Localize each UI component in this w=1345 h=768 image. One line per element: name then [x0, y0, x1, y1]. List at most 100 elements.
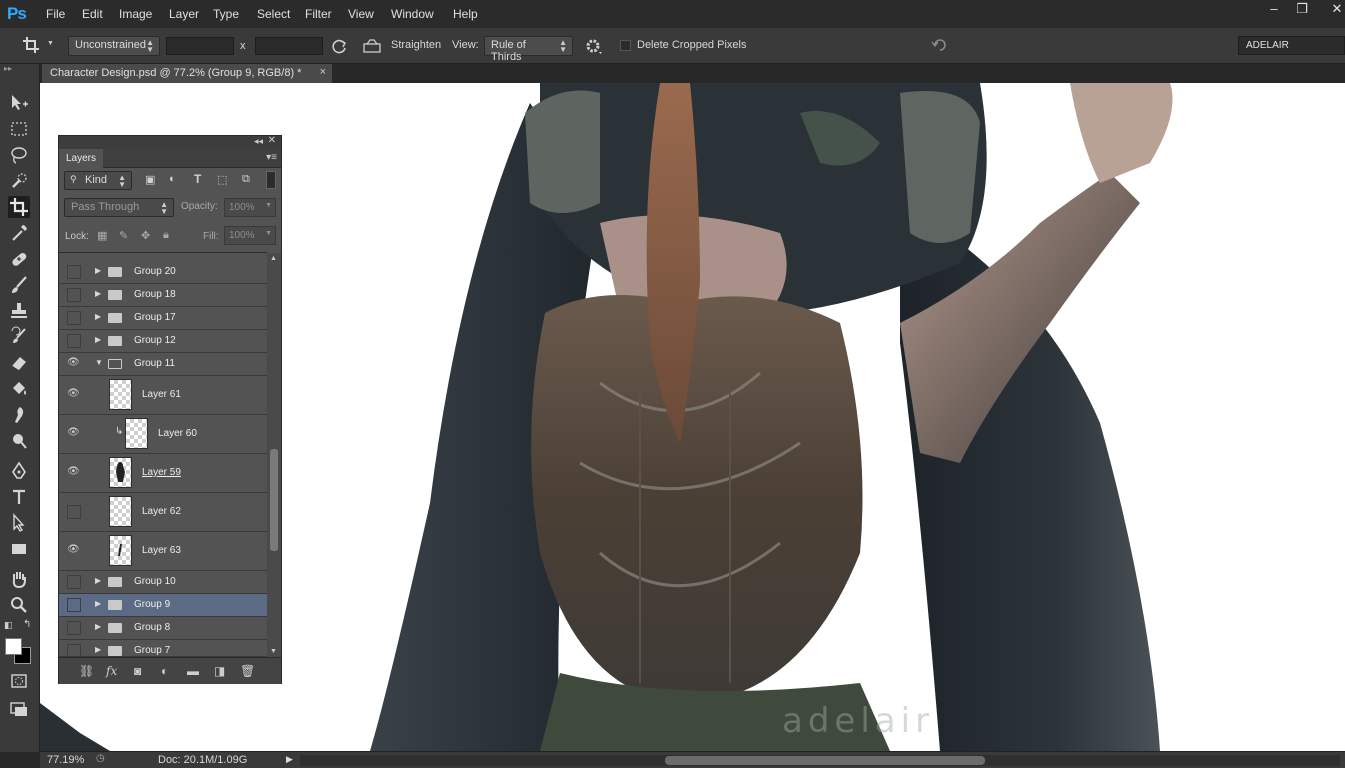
expand-arrow-icon[interactable]: ▶: [95, 622, 101, 631]
rectangular-marquee-icon[interactable]: [8, 118, 30, 140]
new-layer-icon[interactable]: ◨: [214, 664, 225, 678]
panel-menu-icon[interactable]: ▾≡: [266, 152, 277, 163]
screen-mode-icon[interactable]: [8, 698, 30, 720]
collapse-arrow-icon[interactable]: ▼: [95, 358, 103, 367]
layer-row-group-11[interactable]: 👁︎ ▼ Group 11: [59, 353, 267, 376]
collapse-panel-icon[interactable]: ▸▸: [4, 64, 12, 73]
zoom-level[interactable]: 77.19%: [47, 754, 84, 766]
expand-arrow-icon[interactable]: ▶: [95, 335, 101, 344]
foreground-color-swatch[interactable]: [5, 638, 22, 655]
ratio-dropdown[interactable]: Unconstrained ▲ ▼: [68, 36, 160, 56]
lasso-tool-icon[interactable]: [8, 144, 30, 166]
default-colors-icon[interactable]: ◧: [4, 620, 13, 631]
adjustment-layer-icon[interactable]: ◐: [161, 664, 168, 678]
rectangle-tool-icon[interactable]: [8, 538, 30, 560]
new-group-icon[interactable]: ▬: [187, 664, 199, 678]
status-menu-arrow-icon[interactable]: ▶: [286, 754, 293, 765]
expand-arrow-icon[interactable]: ▶: [95, 266, 101, 275]
gear-icon[interactable]: [585, 38, 603, 56]
layer-row-group-18[interactable]: ▶ Group 18: [59, 284, 267, 307]
quick-mask-icon[interactable]: [8, 670, 30, 692]
menu-help[interactable]: Help: [453, 7, 478, 21]
hand-tool-icon[interactable]: [8, 568, 30, 590]
scrollbar-thumb[interactable]: [270, 449, 278, 551]
menu-file[interactable]: File: [46, 7, 65, 21]
smudge-tool-icon[interactable]: [8, 404, 30, 426]
layer-row-group-9[interactable]: ▶ Group 9: [59, 594, 267, 617]
eye-icon[interactable]: 👁︎: [67, 466, 81, 480]
visibility-toggle[interactable]: [67, 644, 81, 656]
type-filter-icon[interactable]: T: [194, 172, 201, 186]
expand-arrow-icon[interactable]: ▶: [95, 576, 101, 585]
lock-position-icon[interactable]: ✥: [141, 229, 150, 242]
zoom-tool-icon[interactable]: [8, 594, 30, 616]
layer-row-group-12[interactable]: ▶ Group 12: [59, 330, 267, 353]
blend-mode-dropdown[interactable]: Pass Through ▲ ▼: [64, 198, 174, 217]
layer-row-layer-61[interactable]: 👁︎ Layer 61: [59, 376, 267, 415]
brush-tool-icon[interactable]: [8, 274, 30, 296]
delete-cropped-pixels-checkbox[interactable]: [620, 40, 631, 51]
visibility-toggle[interactable]: [67, 288, 81, 302]
horizontal-scrollbar[interactable]: [300, 755, 1340, 766]
visibility-toggle[interactable]: [67, 598, 81, 612]
type-tool-icon[interactable]: [8, 486, 30, 508]
layer-row-layer-60[interactable]: 👁︎ ↳ Layer 60: [59, 415, 267, 454]
menu-view[interactable]: View: [348, 7, 374, 21]
menu-window[interactable]: Window: [391, 7, 434, 21]
menu-layer[interactable]: Layer: [169, 7, 199, 21]
trash-icon[interactable]: 🗑︎: [240, 664, 255, 678]
visibility-toggle[interactable]: [67, 265, 81, 279]
chevron-down-icon[interactable]: ▼: [47, 40, 54, 47]
expand-arrow-icon[interactable]: ▶: [95, 289, 101, 298]
layer-row-group-7[interactable]: ▶ Group 7: [59, 640, 267, 657]
link-layers-icon[interactable]: ⛓︎: [79, 664, 94, 678]
menu-type[interactable]: Type: [213, 7, 239, 21]
path-selection-icon[interactable]: [8, 512, 30, 534]
menu-edit[interactable]: Edit: [82, 7, 103, 21]
layer-row-layer-63[interactable]: 👁︎ Layer 63: [59, 532, 267, 571]
healing-brush-icon[interactable]: [8, 248, 30, 270]
straighten-label[interactable]: Straighten: [391, 39, 441, 51]
lock-transparent-icon[interactable]: ▦: [97, 229, 107, 242]
image-filter-icon[interactable]: ▣: [145, 173, 155, 186]
adjustment-filter-icon[interactable]: ◐: [169, 173, 176, 185]
layer-row-layer-59[interactable]: 👁︎ Layer 59: [59, 454, 267, 493]
quick-selection-icon[interactable]: [8, 170, 30, 192]
swap-colors-icon[interactable]: ↰: [23, 619, 31, 630]
close-window-button[interactable]: ✕: [1325, 0, 1345, 20]
layer-row-group-17[interactable]: ▶ Group 17: [59, 307, 267, 330]
visibility-toggle[interactable]: [67, 621, 81, 635]
visibility-toggle[interactable]: [67, 334, 81, 348]
collapse-panel-icon[interactable]: ◂◂: [254, 136, 263, 147]
restore-button[interactable]: ❐: [1290, 0, 1314, 20]
filter-kind-dropdown[interactable]: ⚲ Kind ▲ ▼: [64, 171, 132, 190]
eye-icon[interactable]: 👁︎: [67, 388, 81, 402]
crop-tool-icon[interactable]: [8, 196, 30, 218]
eye-icon[interactable]: 👁︎: [67, 427, 81, 441]
menu-filter[interactable]: Filter: [305, 7, 332, 21]
visibility-toggle[interactable]: [67, 311, 81, 325]
eraser-icon[interactable]: [8, 352, 30, 374]
filter-toggle-switch[interactable]: [266, 171, 276, 189]
scroll-down-icon[interactable]: ▼: [270, 648, 277, 655]
expand-arrow-icon[interactable]: ▶: [95, 599, 101, 608]
layer-row-group-8[interactable]: ▶ Group 8: [59, 617, 267, 640]
paint-bucket-icon[interactable]: [8, 378, 30, 400]
history-brush-icon[interactable]: [8, 326, 30, 348]
scrollbar-thumb[interactable]: [665, 756, 985, 765]
smart-object-filter-icon[interactable]: ⧉: [242, 173, 250, 186]
layers-scrollbar[interactable]: ▲ ▼: [267, 253, 281, 657]
tab-layers[interactable]: Layers: [59, 149, 103, 168]
delete-cropped-pixels-label[interactable]: Delete Cropped Pixels: [637, 39, 746, 51]
clone-stamp-icon[interactable]: [8, 300, 30, 322]
lock-all-icon[interactable]: 🔒︎: [163, 229, 169, 242]
fill-input[interactable]: 100% ▼: [224, 226, 276, 245]
close-panel-icon[interactable]: ✕: [268, 135, 276, 146]
pen-tool-icon[interactable]: [8, 460, 30, 482]
overlay-view-dropdown[interactable]: Rule of Thirds ▲ ▼: [484, 36, 573, 63]
workspace-switcher[interactable]: ADELAIR: [1238, 36, 1345, 55]
eyedropper-icon[interactable]: [8, 222, 30, 244]
layer-row-group-10[interactable]: ▶ Group 10: [59, 571, 267, 594]
dodge-tool-icon[interactable]: [8, 430, 30, 452]
crop-height-input[interactable]: [255, 37, 323, 55]
